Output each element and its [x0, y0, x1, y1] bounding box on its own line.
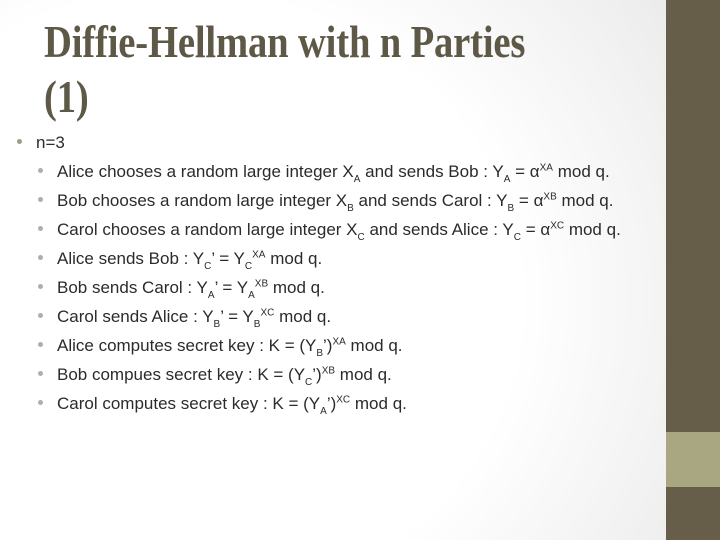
text-pre: Alice sends Bob : Y [57, 249, 205, 268]
text-post: mod q. [268, 278, 325, 297]
list-item: Bob sends Carol : YA’ = YAXB mod q. [38, 273, 325, 302]
subscript: A [503, 174, 511, 186]
superscript: XA [332, 336, 346, 348]
subscript: B [253, 319, 261, 331]
text-mid: and sends Alice : Y [364, 220, 514, 239]
subscript: A [248, 290, 255, 302]
text-eq: = α [514, 191, 544, 210]
bullet-top-level: n=3 [17, 128, 65, 157]
text-post: mod q. [556, 191, 614, 210]
text-mid: and sends Carol : Y [353, 191, 508, 210]
text-post: mod q. [564, 220, 621, 239]
subscript: C [357, 232, 365, 244]
text-post: mod q. [335, 365, 392, 384]
text-mid: ’) [312, 365, 322, 384]
superscript: XC [260, 307, 275, 319]
text-post: mod q. [345, 336, 403, 355]
slide-title: Diffie-Hellman with n Parties (1) [44, 14, 556, 124]
subscript: A [320, 406, 327, 418]
subscript: C [305, 377, 313, 389]
bullet-dot-icon [38, 313, 43, 319]
bullet-dot-icon [38, 284, 43, 290]
bullet-text: n=3 [36, 133, 65, 152]
text-mid: and sends Bob : Y [360, 162, 504, 181]
bullet-dot-icon [38, 197, 43, 203]
subscript: B [213, 319, 221, 331]
bullet-dot-icon [38, 226, 43, 232]
list-item: Carol chooses a random large integer XC … [38, 215, 621, 244]
bullet-dot-icon [38, 342, 43, 348]
text-mid: ’ = Y [211, 249, 245, 268]
bullet-dot-icon [38, 168, 43, 174]
text-pre: Bob sends Carol : Y [57, 278, 208, 297]
text-pre: Alice chooses a random large integer X [57, 162, 354, 181]
superscript: XB [543, 191, 557, 203]
text-pre: Carol sends Alice : Y [57, 307, 214, 326]
text-pre: Carol chooses a random large integer X [57, 220, 358, 239]
list-item: Bob chooses a random large integer XB an… [38, 186, 613, 215]
list-item: Alice chooses a random large integer XA … [38, 157, 610, 186]
subscript: A [207, 290, 215, 302]
title-line-2: (1) [44, 71, 89, 122]
list-item: Alice computes secret key : K = (YB’)XA … [38, 331, 403, 360]
text-mid: ’) [326, 394, 337, 413]
text-pre: Alice computes secret key : K = (Y [57, 336, 317, 355]
superscript: XB [254, 278, 269, 290]
text-mid: ’ = Y [220, 307, 254, 326]
subscript: B [347, 203, 354, 215]
bullet-dot-icon [17, 139, 22, 145]
text-post: mod q. [274, 307, 332, 326]
bullet-dot-icon [38, 255, 43, 261]
superscript: XB [321, 365, 336, 377]
list-item: Bob compues secret key : K = (YC’)XB mod… [38, 360, 392, 389]
subscript: B [316, 348, 324, 360]
list-item: Alice sends Bob : YC’ = YCXA mod q. [38, 244, 322, 273]
subscript: A [353, 174, 361, 186]
superscript: XC [550, 220, 565, 232]
title-line-1: Diffie-Hellman with n Parties [44, 16, 526, 67]
text-mid: ’ = Y [214, 278, 249, 297]
text-post: mod q. [350, 394, 407, 413]
subscript: C [513, 232, 521, 244]
list-item: Carol computes secret key : K = (YA’)XC … [38, 389, 407, 418]
list-item: Carol sends Alice : YB’ = YBXC mod q. [38, 302, 331, 331]
text-eq: = α [510, 162, 540, 181]
text-pre: Bob compues secret key : K = (Y [57, 365, 306, 384]
side-accent-band [666, 432, 720, 487]
text-pre: Bob chooses a random large integer X [57, 191, 348, 210]
bullet-dot-icon [38, 400, 43, 406]
text-pre: Carol computes secret key : K = (Y [57, 394, 321, 413]
text-post: mod q. [552, 162, 610, 181]
text-post: mod q. [265, 249, 323, 268]
superscript: XC [336, 394, 351, 406]
bullet-dot-icon [38, 371, 43, 377]
text-eq: = α [520, 220, 551, 239]
subscript: C [204, 261, 212, 273]
superscript: XA [539, 162, 553, 174]
superscript: XA [252, 249, 266, 261]
subscript: C [244, 261, 253, 273]
subscript: B [507, 203, 515, 215]
